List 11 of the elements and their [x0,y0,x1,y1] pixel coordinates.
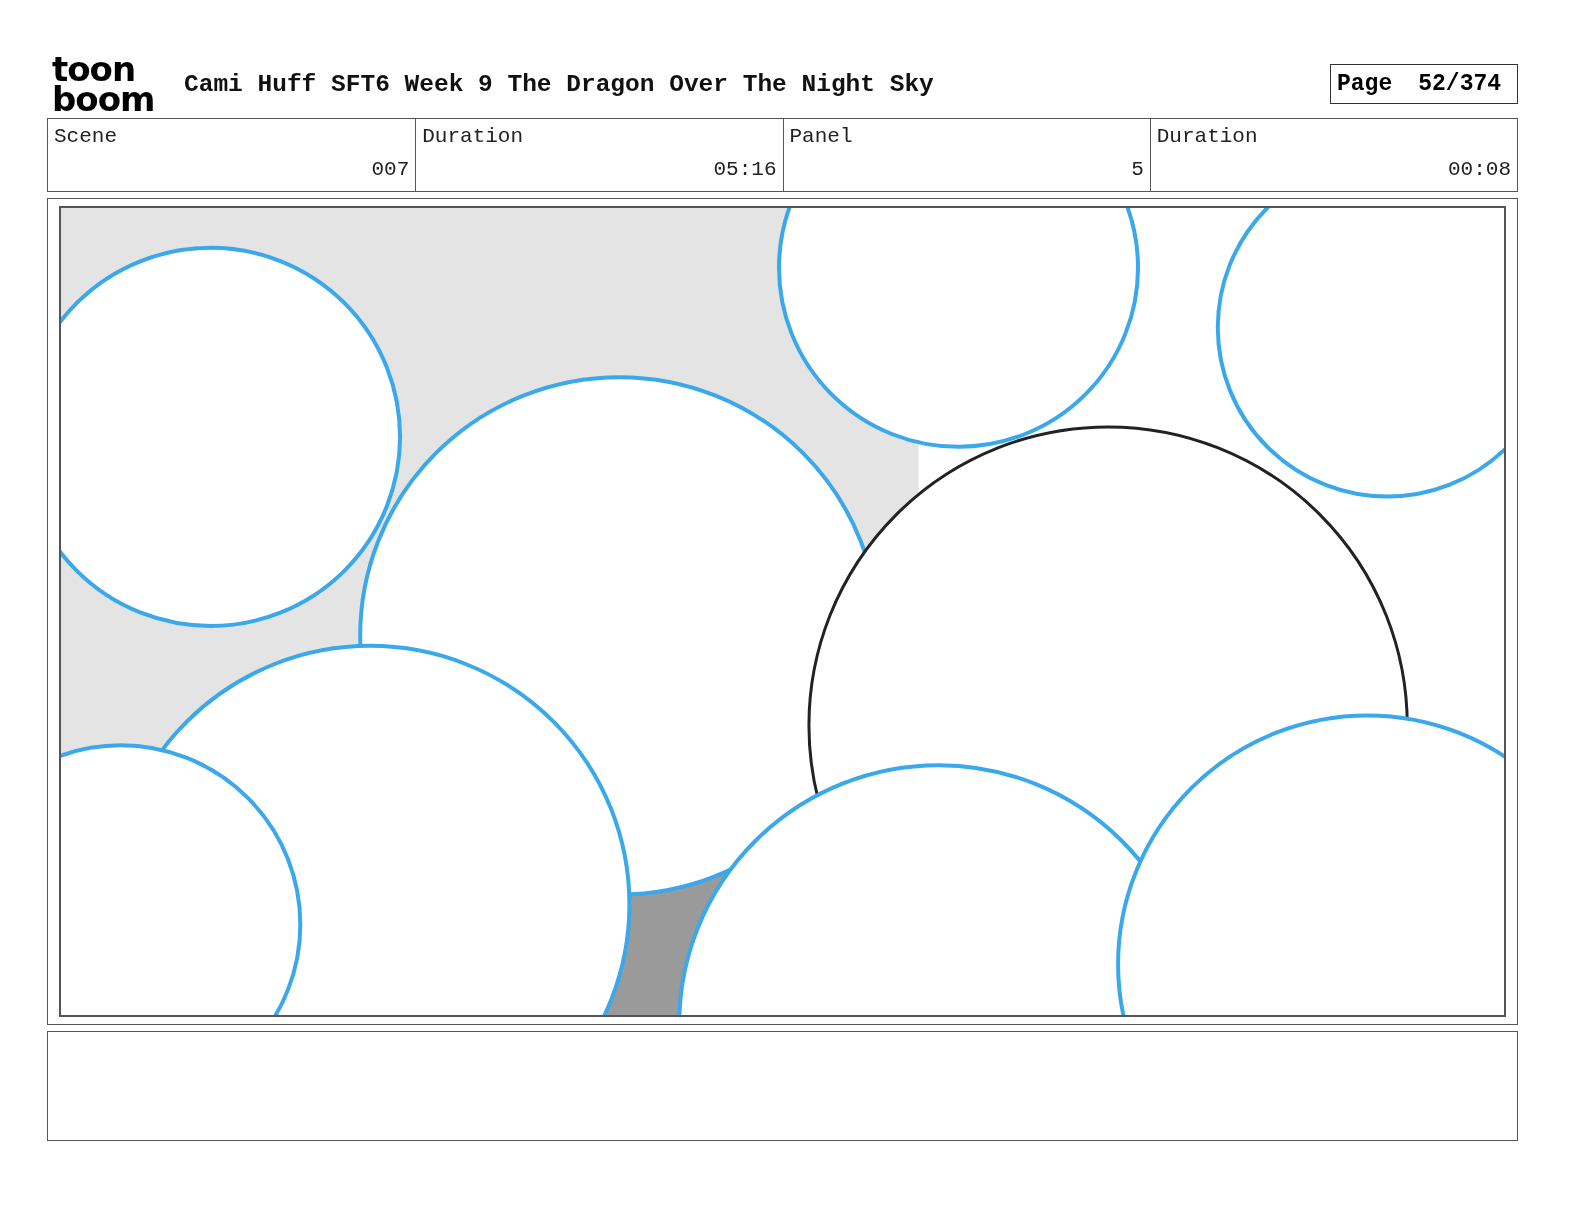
logo: toon boom [52,54,156,114]
table-cell: 00:08 [1149,154,1517,191]
table-cell: 05:16 [415,154,783,191]
column-header: Scene [53,124,118,150]
column-header: Duration [1149,119,1517,154]
column-header: Panel [782,119,1150,154]
page-counter: Page 52/374 [1330,64,1518,104]
storyboard-title: Cami Huff SFT6 Week 9 The Dragon Over The Night Sky [184,70,935,98]
table-cell-text: 007 [370,157,411,183]
column-header: Duration [415,119,783,154]
table-cell: 5 [782,154,1150,191]
